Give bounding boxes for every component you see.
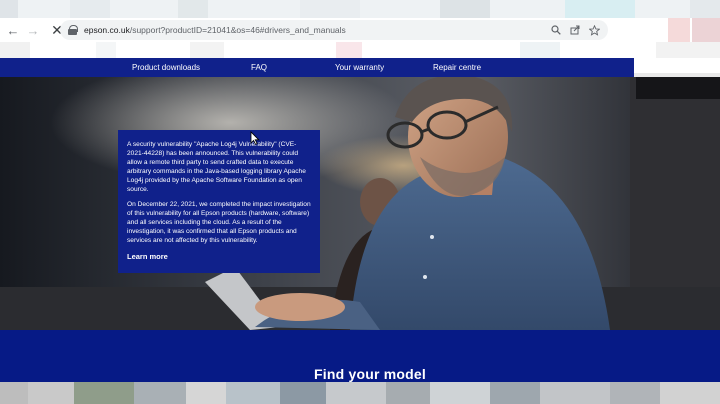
learn-more-link[interactable]: Learn more: [127, 252, 311, 261]
nav-your-warranty[interactable]: Your warranty: [335, 58, 384, 77]
hero-photo: [0, 77, 720, 330]
url-path: /support?productID=21041&os=46#drivers_a…: [129, 25, 346, 35]
find-your-model-heading: Find your model: [314, 366, 426, 382]
security-notice-box: A security vulnerability "Apache Log4j V…: [118, 130, 320, 273]
url-text: epson.co.uk/support?productID=21041&os=4…: [84, 25, 346, 35]
magnifier-zoom-icon[interactable]: [551, 25, 561, 35]
toolbar-extensions-area: [612, 18, 720, 42]
lock-icon[interactable]: [68, 25, 78, 35]
hero-banner: [0, 77, 720, 330]
url-host: epson.co.uk: [84, 25, 130, 35]
nav-product-downloads[interactable]: Product downloads: [132, 58, 200, 77]
site-nav-bar: Product downloads FAQ Your warranty Repa…: [0, 58, 634, 77]
right-blurred-panel: [634, 58, 720, 77]
address-bar[interactable]: epson.co.uk/support?productID=21041&os=4…: [60, 20, 608, 40]
share-icon[interactable]: [570, 25, 580, 35]
pixel-strip: [0, 42, 720, 58]
nav-faq[interactable]: FAQ: [251, 58, 267, 77]
browser-toolbar: ← → ✕ epson.co.uk/support?productID=2104…: [0, 18, 720, 42]
notice-paragraph-1: A security vulnerability "Apache Log4j V…: [127, 141, 306, 193]
notice-paragraph-2: On December 22, 2021, we completed the i…: [127, 201, 311, 244]
nav-repair-centre[interactable]: Repair centre: [433, 58, 481, 77]
nav-bar-slant: [614, 58, 634, 77]
top-pixel-strip: [0, 0, 720, 18]
bottom-pixel-strip: [0, 382, 720, 404]
star-icon[interactable]: [589, 24, 600, 36]
arrow-left-icon[interactable]: ←: [4, 21, 22, 39]
arrow-right-icon[interactable]: →: [24, 21, 42, 39]
mouse-pointer-icon: [250, 131, 260, 145]
